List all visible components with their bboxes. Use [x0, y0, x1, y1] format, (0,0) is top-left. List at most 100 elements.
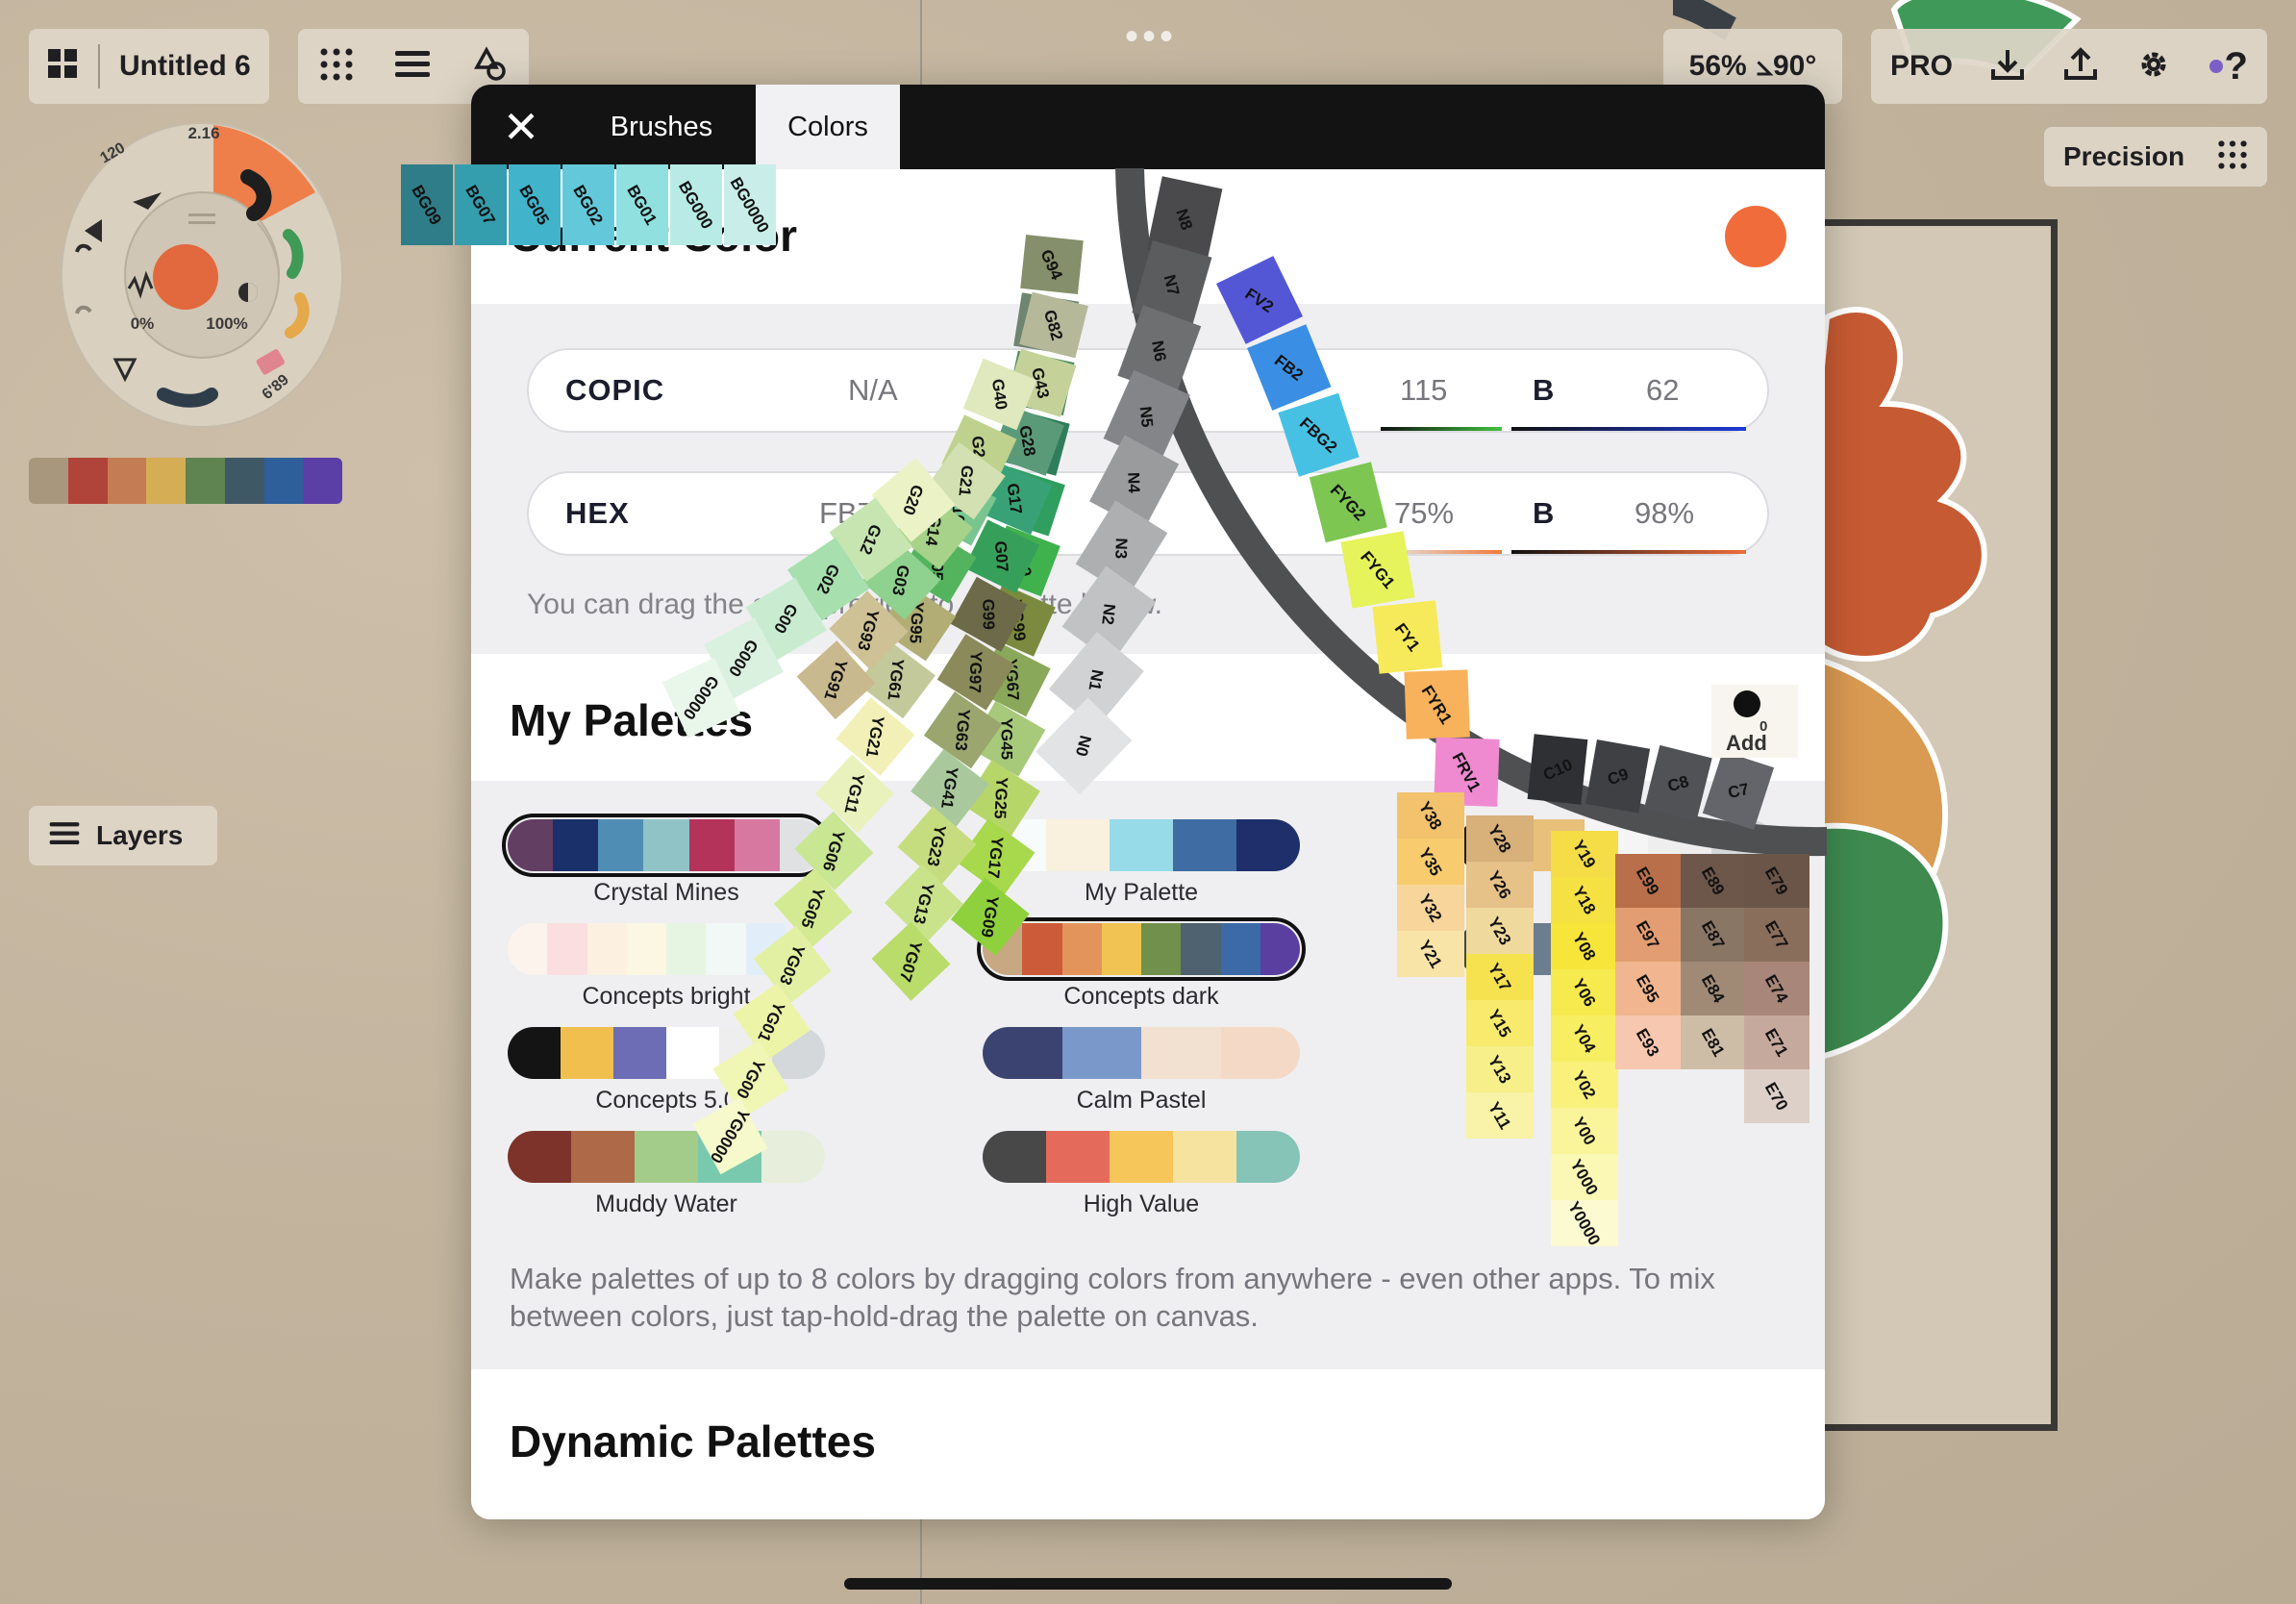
palette-color[interactable]: [508, 1131, 571, 1183]
palette-color[interactable]: [734, 819, 780, 871]
shapes-icon[interactable]: [471, 45, 508, 88]
b-slider-bar[interactable]: [1511, 427, 1746, 431]
palette-color[interactable]: [613, 1027, 666, 1079]
g-slider-bar[interactable]: [1381, 427, 1502, 431]
recent-color-swatch[interactable]: [107, 458, 147, 504]
palette-color[interactable]: [983, 819, 1046, 871]
palette-color[interactable]: [626, 923, 666, 975]
palette-swatch-row[interactable]: [508, 1131, 825, 1183]
palette-color[interactable]: [553, 819, 599, 871]
palette-swatch-row[interactable]: [1458, 923, 1775, 975]
palette-color[interactable]: [1061, 1027, 1141, 1079]
palette-color[interactable]: [1236, 1131, 1300, 1183]
palette-swatch-row[interactable]: [502, 814, 831, 877]
palette-swatch-row[interactable]: [983, 819, 1300, 871]
palette-color[interactable]: [1648, 923, 1711, 975]
palette-color[interactable]: [1141, 923, 1182, 975]
recent-color-swatch[interactable]: [303, 458, 342, 504]
palette-color[interactable]: [1022, 923, 1062, 975]
palette-color[interactable]: [983, 1027, 1062, 1079]
palette-color[interactable]: [1101, 923, 1141, 975]
palette-color[interactable]: [598, 819, 644, 871]
palette-color[interactable]: [666, 1027, 719, 1079]
palette-swatch-row[interactable]: [983, 1027, 1300, 1079]
palette-color[interactable]: [698, 1131, 761, 1183]
palette-color[interactable]: [1648, 819, 1711, 871]
settings-gear-icon[interactable]: [2135, 46, 2172, 88]
palette-swatch-row[interactable]: [508, 923, 825, 975]
recent-color-swatch[interactable]: [186, 458, 225, 504]
palette-color[interactable]: [508, 1027, 561, 1079]
tool-wheel[interactable]: 2.16 120 6'89 0% 100%: [48, 110, 356, 437]
palette-color[interactable]: [761, 1131, 825, 1183]
precision-button[interactable]: Precision: [2044, 127, 2267, 187]
palette-color[interactable]: [1521, 819, 1585, 871]
multitasking-handle[interactable]: •••: [1125, 15, 1177, 59]
palette-color[interactable]: [561, 1027, 613, 1079]
palette-color[interactable]: [1711, 819, 1775, 871]
document-pill[interactable]: Untitled 6: [29, 29, 269, 104]
palette-swatch-row[interactable]: [977, 917, 1306, 981]
gallery-grid-icon[interactable]: [46, 47, 79, 86]
palette-color[interactable]: [1110, 1131, 1173, 1183]
palette-color[interactable]: [1046, 1131, 1110, 1183]
palette-color[interactable]: [1260, 923, 1300, 975]
recent-color-swatch[interactable]: [263, 458, 304, 504]
palette-color[interactable]: [983, 923, 1023, 975]
palette-color[interactable]: [1521, 923, 1585, 975]
layers-stack-icon[interactable]: [393, 47, 432, 87]
pro-button[interactable]: PRO: [1890, 50, 1953, 83]
palette-color[interactable]: [688, 819, 735, 871]
copic-field[interactable]: [527, 348, 1769, 433]
palette-color[interactable]: [666, 923, 707, 975]
palette-color[interactable]: [1110, 819, 1173, 871]
import-icon[interactable]: [1989, 46, 2026, 88]
palette-color[interactable]: [1220, 923, 1260, 975]
palette-color[interactable]: [1458, 923, 1521, 975]
recent-colors-strip[interactable]: [29, 458, 342, 504]
palette-color[interactable]: [779, 819, 825, 871]
current-color-dot[interactable]: [153, 244, 218, 310]
palette-color[interactable]: [719, 1027, 772, 1079]
palette-color[interactable]: [1181, 923, 1221, 975]
tab-brushes[interactable]: Brushes: [567, 85, 756, 169]
hex-field[interactable]: [527, 471, 1769, 556]
palette-color[interactable]: [571, 1131, 635, 1183]
palette-color[interactable]: [547, 923, 587, 975]
tab-colors[interactable]: Colors: [756, 85, 900, 169]
document-title[interactable]: Untitled 6: [119, 50, 251, 83]
recent-color-swatch[interactable]: [146, 458, 186, 504]
help-icon[interactable]: ?: [2209, 47, 2248, 86]
palette-color[interactable]: [643, 819, 689, 871]
recent-color-swatch[interactable]: [67, 458, 108, 504]
palette-color[interactable]: [635, 1131, 698, 1183]
home-indicator[interactable]: [844, 1578, 1452, 1590]
palette-color[interactable]: [772, 1027, 825, 1079]
palette-color[interactable]: [1585, 923, 1648, 975]
palette-color[interactable]: [1173, 819, 1236, 871]
palette-color[interactable]: [1458, 819, 1521, 871]
palette-color[interactable]: [1236, 819, 1300, 871]
export-icon[interactable]: [2062, 46, 2099, 88]
close-button[interactable]: ✕: [492, 98, 550, 156]
recent-color-swatch[interactable]: [29, 458, 68, 504]
palette-color[interactable]: [586, 923, 627, 975]
palette-color[interactable]: [1173, 1131, 1236, 1183]
current-color-swatch[interactable]: [1725, 206, 1786, 267]
brightness-slider-bar[interactable]: [1511, 550, 1746, 554]
palette-swatch-row[interactable]: [1458, 819, 1775, 871]
palette-color[interactable]: [1141, 1027, 1221, 1079]
palette-color[interactable]: [1711, 923, 1775, 975]
palette-color[interactable]: [1046, 819, 1110, 871]
palette-color[interactable]: [706, 923, 746, 975]
palette-color[interactable]: [1585, 819, 1648, 871]
s-slider-bar[interactable]: [1381, 550, 1502, 554]
palette-color[interactable]: [508, 819, 554, 871]
palette-color[interactable]: [745, 923, 786, 975]
palette-color[interactable]: [508, 923, 548, 975]
palette-swatch-row[interactable]: [508, 1027, 825, 1079]
palette-color[interactable]: [1061, 923, 1102, 975]
palette-swatch-row[interactable]: [983, 1131, 1300, 1183]
grid-dots-icon[interactable]: [319, 47, 354, 87]
palette-color[interactable]: [1220, 1027, 1300, 1079]
